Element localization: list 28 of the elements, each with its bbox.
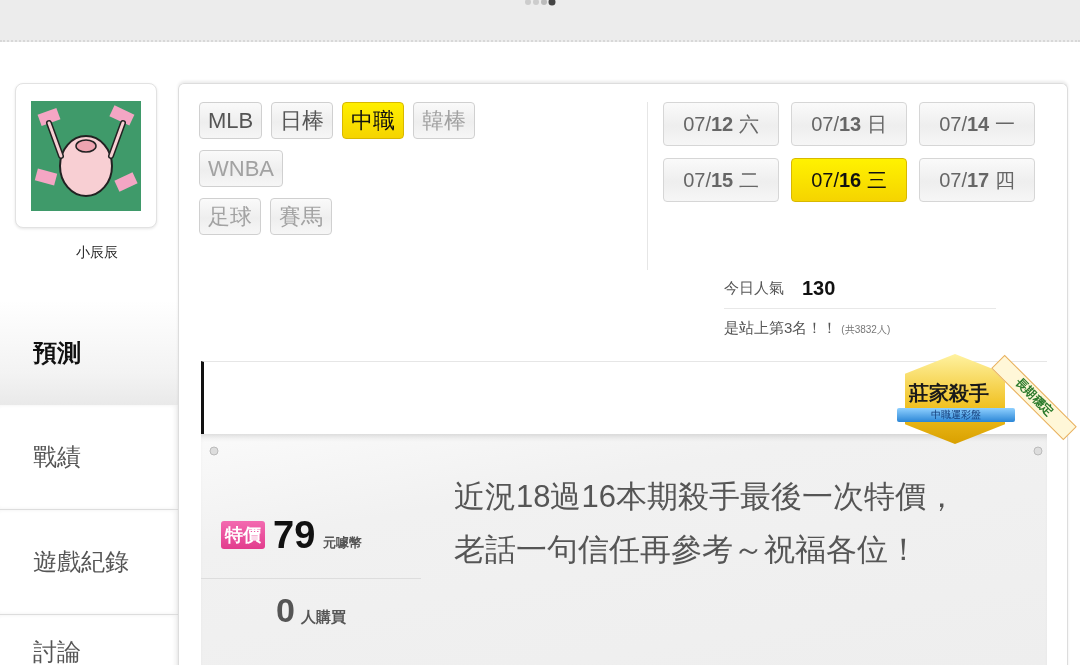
- buyer-label: 人購買: [300, 608, 346, 627]
- avatar-icon: [31, 100, 141, 211]
- sidebar-item[interactable]: 討論: [0, 615, 178, 665]
- sidebar-item[interactable]: 戰績: [0, 405, 178, 510]
- currency-label: 元噱幣: [323, 534, 363, 552]
- rank-total: (共3832人): [841, 323, 891, 337]
- date-tab[interactable]: 07/13 日: [791, 102, 907, 146]
- date-tab[interactable]: 07/12 六: [663, 102, 779, 146]
- user-name: 小辰辰: [74, 244, 119, 262]
- sale-tag: 特價: [221, 521, 265, 549]
- date-tab[interactable]: 07/16 三: [791, 158, 907, 202]
- badge-title: 莊家殺手: [909, 381, 989, 406]
- date-tab[interactable]: 07/17 四: [919, 158, 1035, 202]
- popularity-value: 130: [802, 277, 836, 300]
- badge-ribbon: 中職運彩盤: [897, 408, 1015, 422]
- offer-description: 近況18過16本期殺手最後一次特價，老話一句信任再參考～祝福各位！: [454, 478, 958, 569]
- buyer-count: 0: [276, 591, 295, 630]
- date-tab[interactable]: 07/14 一: [919, 102, 1035, 146]
- rank-text: 是站上第3名！！: [724, 319, 838, 338]
- pin-icon: [1033, 446, 1043, 456]
- popularity-label: 今日人氣: [724, 279, 784, 298]
- sidebar-item[interactable]: 遊戲紀錄: [0, 510, 178, 615]
- pin-icon: [209, 446, 219, 456]
- date-tab[interactable]: 07/15 二: [663, 158, 779, 202]
- sport-tab[interactable]: MLB: [199, 102, 263, 139]
- price-value: 79: [273, 513, 316, 557]
- sport-tab[interactable]: 日棒: [271, 102, 334, 139]
- sport-tab[interactable]: 中職: [342, 102, 405, 139]
